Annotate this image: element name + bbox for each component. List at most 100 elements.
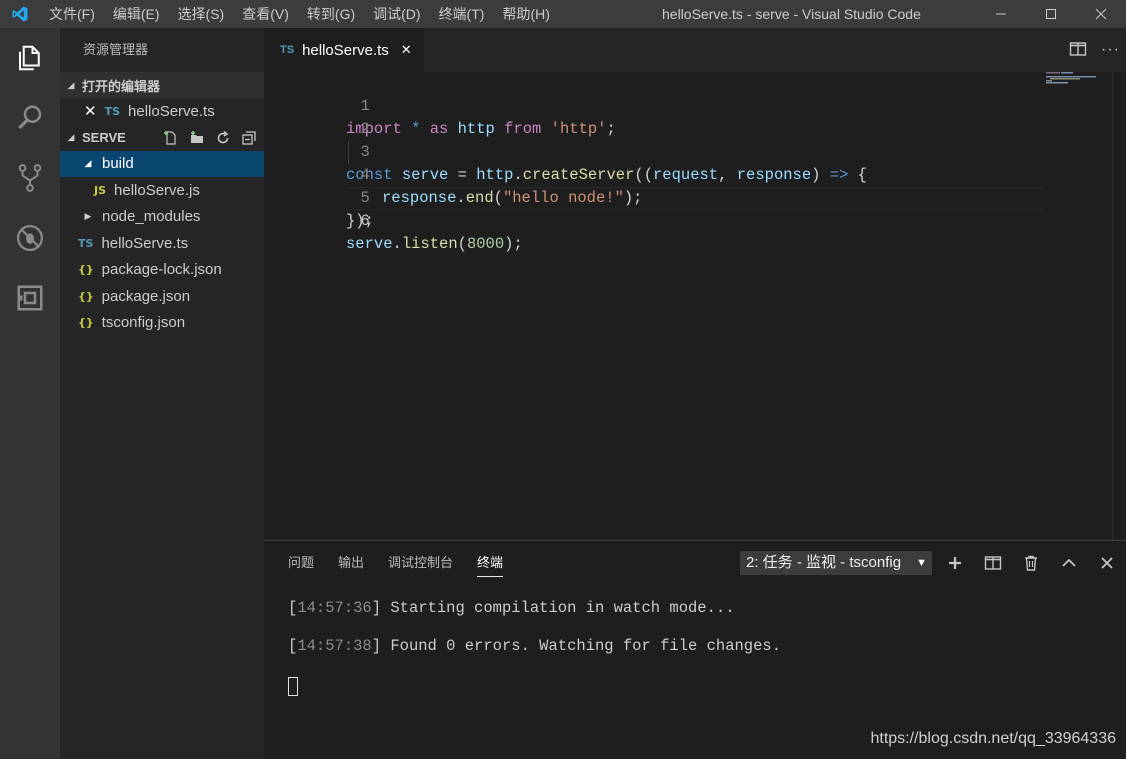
split-terminal-button[interactable] — [974, 555, 1012, 571]
source-control-activity[interactable] — [0, 148, 60, 208]
menu-debug[interactable]: 调试(D) — [364, 0, 429, 28]
extensions-icon — [17, 285, 43, 311]
explorer-activity[interactable] — [0, 28, 60, 88]
json-file-icon: {} — [78, 289, 94, 303]
line-number: 6 — [360, 212, 370, 230]
terminal-select[interactable]: 2: 任务 - 监视 - tsconfig ▼ — [740, 551, 932, 575]
new-file-button[interactable] — [162, 129, 180, 147]
new-folder-button[interactable] — [188, 129, 206, 147]
close-icon — [1101, 557, 1113, 569]
tab-debug-console[interactable]: 调试控制台 — [376, 541, 465, 585]
folder-actions — [162, 129, 264, 147]
source-control-icon — [18, 164, 42, 192]
files-icon — [19, 45, 40, 71]
json-file-icon: {} — [78, 263, 94, 277]
code-line: 4 response.end("hello node!"); — [264, 141, 1044, 207]
close-tab-icon[interactable]: ✕ — [401, 42, 412, 58]
vscode-logo-icon — [0, 0, 40, 28]
debug-icon — [17, 225, 43, 251]
typescript-file-icon: TS — [104, 104, 121, 118]
menu-edit[interactable]: 编辑(E) — [104, 0, 169, 28]
chevron-up-icon — [1062, 558, 1076, 567]
collapse-all-button[interactable] — [240, 129, 258, 147]
tree-item-package-lock-json[interactable]: {} package-lock.json — [60, 257, 264, 284]
open-editors-header[interactable]: ◢ 打开的编辑器 — [60, 72, 264, 98]
close-window-button[interactable] — [1076, 0, 1126, 28]
tab-output[interactable]: 输出 — [326, 541, 376, 585]
close-icon — [1095, 8, 1107, 20]
explorer-sidebar: 资源管理器 ◢ 打开的编辑器 ✕ TS helloServe.ts ◢ SERV… — [60, 28, 264, 759]
menu-go[interactable]: 转到(G) — [298, 0, 364, 28]
more-actions-button[interactable]: ··· — [1101, 41, 1120, 59]
search-activity[interactable] — [0, 88, 60, 148]
tab-helloserve-ts[interactable]: TS helloServe.ts ✕ — [264, 28, 424, 72]
tab-terminal[interactable]: 终端 — [465, 541, 515, 585]
refresh-icon — [217, 130, 229, 143]
open-editor-filename: helloServe.ts — [128, 102, 215, 120]
editor-scrollbar[interactable] — [1112, 72, 1126, 540]
json-file-icon: {} — [78, 316, 94, 330]
tree-item-label: tsconfig.json — [101, 314, 186, 332]
tree-item-label: build — [102, 155, 134, 173]
menu-help[interactable]: 帮助(H) — [493, 0, 558, 28]
menu-file[interactable]: 文件(F) — [40, 0, 104, 28]
extensions-activity[interactable] — [0, 268, 60, 328]
maximize-panel-button[interactable] — [1050, 555, 1088, 571]
typescript-file-icon: TS — [280, 44, 295, 56]
activity-bar — [0, 28, 60, 759]
editor-actions: ··· — [1069, 28, 1126, 72]
minimize-button[interactable] — [976, 0, 1026, 28]
terminal-line: [14:57:38] Found 0 errors. Watching for … — [288, 637, 782, 655]
chevron-down-icon: ◢ — [84, 158, 92, 169]
chevron-right-icon: ▶ — [84, 211, 92, 222]
new-folder-icon — [191, 130, 203, 143]
tree-item-build[interactable]: ◢ build — [60, 150, 264, 177]
code-line: 1 import * as http from 'http'; — [264, 72, 1044, 138]
minimize-icon — [996, 13, 1006, 15]
folder-label: SERVE — [82, 130, 126, 145]
open-editors-label: 打开的编辑器 — [82, 78, 161, 94]
tree-item-package-json[interactable]: {} package.json — [60, 283, 264, 310]
minimap[interactable] — [1044, 72, 1114, 538]
editor-area: TS helloServe.ts ✕ ··· 1 import * as htt… — [264, 28, 1126, 540]
open-editor-item[interactable]: ✕ TS helloServe.ts — [60, 98, 264, 125]
tree-item-helloserve-ts[interactable]: TS helloServe.ts — [60, 230, 264, 257]
trash-icon — [1025, 555, 1037, 571]
tree-item-hellosreve-js[interactable]: JS helloServe.js — [60, 177, 264, 204]
collapse-all-icon — [242, 130, 256, 145]
kill-terminal-button[interactable] — [1012, 555, 1050, 571]
code-line: 5 }); — [264, 164, 1044, 230]
maximize-button[interactable] — [1026, 0, 1076, 28]
tree-item-node-modules[interactable]: ▶ node_modules — [60, 204, 264, 231]
javascript-file-icon: JS — [94, 183, 107, 197]
tree-item-tsconfig-json[interactable]: {} tsconfig.json — [60, 310, 264, 337]
tree-item-label: helloServe.ts — [101, 234, 189, 252]
maximize-icon — [1046, 9, 1056, 19]
split-editor-icon — [1069, 41, 1087, 56]
split-editor-button[interactable] — [1069, 41, 1087, 60]
terminal-select-value: 2: 任务 - 监视 - tsconfig — [746, 554, 902, 571]
search-icon — [18, 105, 42, 130]
close-panel-button[interactable] — [1088, 556, 1126, 570]
tab-problems[interactable]: 问题 — [276, 541, 326, 585]
tree-item-label: package.json — [101, 287, 191, 305]
menu-terminal[interactable]: 终端(T) — [430, 0, 494, 28]
watermark-url: https://blog.csdn.net/qq_33964336 — [870, 730, 1116, 747]
close-editor-icon[interactable]: ✕ — [84, 102, 97, 120]
refresh-button[interactable] — [214, 129, 232, 147]
line-text: serve.listen(8000); — [346, 235, 523, 253]
editor-tabs: TS helloServe.ts ✕ ··· — [264, 28, 1126, 72]
menu-selection[interactable]: 选择(S) — [169, 0, 234, 28]
tree-item-label: package-lock.json — [101, 261, 222, 279]
menu-view[interactable]: 查看(V) — [233, 0, 298, 28]
debug-activity[interactable] — [0, 208, 60, 268]
terminal-cursor — [288, 677, 298, 696]
typescript-file-icon: TS — [78, 236, 94, 250]
code-line: 3 const serve = http.createServer((reque… — [264, 118, 1044, 184]
menu-bar: 文件(F) 编辑(E) 选择(S) 查看(V) 转到(G) 调试(D) 终端(T… — [40, 0, 559, 28]
new-terminal-button[interactable] — [936, 555, 974, 571]
bottom-panel: 问题 输出 调试控制台 终端 2: 任务 - 监视 - tsconfig ▼ [… — [264, 540, 1126, 759]
folder-header-serve[interactable]: ◢ SERVE — [60, 125, 264, 151]
panel-actions — [936, 551, 1126, 575]
dropdown-caret-icon: ▼ — [916, 557, 927, 569]
